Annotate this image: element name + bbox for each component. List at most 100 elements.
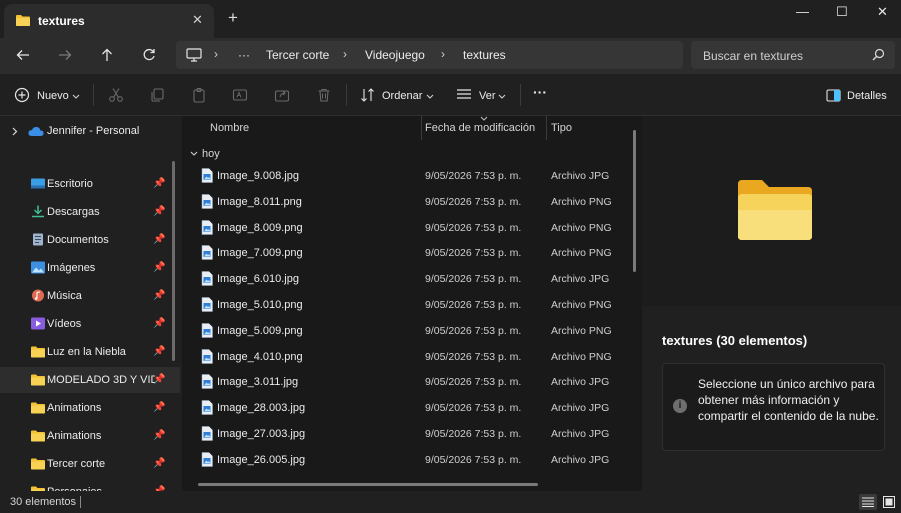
sidebar-item[interactable]: Tercer corte 📌 bbox=[0, 451, 180, 477]
file-date: 9/05/2026 7:53 p. m. bbox=[425, 247, 522, 260]
column-divider[interactable] bbox=[421, 116, 422, 140]
sidebar-item[interactable]: Personajes📌 bbox=[0, 479, 180, 491]
search-box[interactable]: Buscar en textures bbox=[691, 41, 895, 69]
sort-label: Ordenar bbox=[382, 90, 423, 102]
share-icon[interactable] bbox=[274, 87, 290, 103]
file-row[interactable]: Image_8.009.png 9/05/2026 7:53 p. m. Archi… bbox=[184, 215, 624, 241]
file-name: Image_8.009.png bbox=[217, 221, 303, 234]
breadcrumb-more[interactable]: ··· bbox=[238, 48, 250, 62]
details-view-button[interactable] bbox=[859, 494, 877, 510]
delete-icon[interactable] bbox=[316, 87, 332, 103]
details-pane: textures (30 elementos) i Seleccione un … bbox=[642, 116, 901, 491]
file-row[interactable]: Image_6.010.jpg 9/05/2026 7:53 p. m. Archi… bbox=[184, 266, 624, 292]
sidebar-item[interactable]: Luz en la Niebla 📌 bbox=[0, 339, 180, 365]
file-list-vertical-scrollbar[interactable] bbox=[633, 130, 636, 272]
sidebar-item[interactable]: Animations 📌 bbox=[0, 423, 180, 449]
breadcrumb-tercer-corte[interactable]: Tercer corte bbox=[266, 48, 329, 62]
column-header-date[interactable]: Fecha de modificación bbox=[425, 122, 535, 134]
file-name: Image_4.010.png bbox=[217, 350, 303, 363]
file-list: Nombre Fecha de modificación Tipo hoy Im… bbox=[184, 116, 640, 491]
column-header-name[interactable]: Nombre bbox=[210, 122, 249, 134]
sidebar-item[interactable]: Documentos 📌 bbox=[0, 227, 180, 253]
image-file-icon bbox=[201, 271, 213, 286]
tab-textures[interactable]: textures ✕ bbox=[4, 4, 214, 38]
search-icon bbox=[872, 48, 885, 61]
file-row[interactable]: Image_8.011.png 9/05/2026 7:53 p. m. Archi… bbox=[184, 189, 624, 215]
sidebar-item-onedrive[interactable]: Jennifer - Personal bbox=[0, 118, 180, 144]
new-button[interactable]: Nuevo bbox=[8, 80, 84, 110]
tab-close-button[interactable]: ✕ bbox=[192, 12, 203, 28]
toolbar-divider bbox=[520, 84, 521, 106]
sort-chevron-icon bbox=[480, 116, 488, 121]
large-folder-icon bbox=[738, 180, 812, 240]
file-row[interactable]: Image_26.005.jpg 9/05/2026 7:53 p. m. Arch… bbox=[184, 447, 624, 473]
chevron-right-icon bbox=[12, 127, 18, 136]
file-row[interactable]: Image_4.010.png 9/05/2026 7:53 p. m. Archi… bbox=[184, 344, 624, 370]
tiles-view-button[interactable] bbox=[880, 494, 898, 510]
breadcrumb-videojuego[interactable]: Videojuego bbox=[365, 48, 425, 62]
search-input[interactable]: Buscar en textures bbox=[703, 49, 803, 63]
address-bar[interactable]: › ··· Tercer corte › Videojuego › textur… bbox=[176, 41, 683, 69]
sidebar-item[interactable]: Imágenes 📌 bbox=[0, 255, 180, 281]
file-date: 9/05/2026 7:53 p. m. bbox=[425, 170, 522, 182]
refresh-button[interactable] bbox=[137, 44, 161, 66]
more-options-button[interactable]: ··· bbox=[533, 84, 547, 100]
new-tab-button[interactable]: + bbox=[228, 8, 238, 28]
sidebar-item-label: Documentos bbox=[47, 234, 109, 246]
close-window-button[interactable]: ✕ bbox=[877, 4, 888, 20]
column-header-type[interactable]: Tipo bbox=[551, 122, 572, 134]
file-row[interactable]: Image_9.008.jpg 9/05/2026 7:53 p. m. Archi… bbox=[184, 163, 624, 189]
file-row[interactable]: Image_3.011.jpg 9/05/2026 7:53 p. m. Archi… bbox=[184, 369, 624, 395]
document-icon bbox=[33, 233, 43, 246]
file-row[interactable]: Image_5.010.png 9/05/2026 7:53 p. m. Archi… bbox=[184, 292, 624, 318]
column-divider[interactable] bbox=[546, 116, 547, 140]
details-label: Detalles bbox=[847, 90, 887, 102]
image-file-icon bbox=[201, 323, 213, 338]
sort-button[interactable]: Ordenar bbox=[356, 80, 440, 110]
file-date: 9/05/2026 7:53 p. m. bbox=[425, 299, 522, 311]
file-list-horizontal-scrollbar[interactable] bbox=[198, 483, 538, 486]
copy-icon[interactable] bbox=[149, 87, 165, 103]
file-row[interactable]: Image_7.009.png 9/05/2026 7:53 p. m. Archi… bbox=[184, 240, 624, 266]
image-file-icon bbox=[201, 168, 213, 183]
paste-icon[interactable] bbox=[191, 87, 207, 103]
rename-icon[interactable] bbox=[232, 87, 248, 103]
sidebar-item[interactable]: Vídeos 📌 bbox=[0, 311, 180, 337]
pin-icon: 📌 bbox=[153, 290, 166, 301]
breadcrumb-separator: › bbox=[214, 47, 218, 61]
file-row[interactable]: Image_28.003.jpg 9/05/2026 7:53 p. m. Arch… bbox=[184, 395, 624, 421]
breadcrumb-textures[interactable]: textures bbox=[463, 48, 506, 62]
file-row[interactable]: Image_27.003.jpg 9/05/2026 7:53 p. m. Arch… bbox=[184, 421, 624, 447]
maximize-button[interactable]: ☐ bbox=[836, 4, 848, 20]
sidebar-item[interactable]: MODELADO 3D Y VIDEOJUEGOS📌 bbox=[0, 367, 180, 393]
breadcrumb-separator: › bbox=[441, 47, 445, 61]
chevron-down-icon bbox=[426, 94, 434, 99]
file-row[interactable]: Image_5.009.png 9/05/2026 7:53 p. m. Archi… bbox=[184, 318, 624, 344]
arrow-left-icon bbox=[16, 50, 29, 60]
details-button[interactable]: Detalles bbox=[820, 80, 896, 110]
arrow-right-icon bbox=[59, 50, 72, 60]
sidebar-item[interactable]: Animations 📌 bbox=[0, 395, 180, 421]
up-button[interactable] bbox=[95, 44, 119, 66]
sidebar-item[interactable]: Escritorio 📌 bbox=[0, 171, 180, 197]
pin-icon: 📌 bbox=[153, 262, 166, 273]
file-type: Archivo PNG bbox=[551, 299, 612, 311]
file-date: 9/05/2026 7:53 p. m. bbox=[425, 376, 522, 389]
desktop-icon bbox=[31, 178, 45, 189]
view-label: Ver bbox=[479, 90, 496, 102]
cut-icon[interactable] bbox=[108, 87, 124, 103]
file-type: Archivo PNG bbox=[551, 350, 612, 363]
image-file-icon bbox=[201, 194, 213, 209]
image-file-icon bbox=[201, 245, 213, 261]
pin-icon: 📌 bbox=[153, 318, 166, 329]
file-name: Image_27.003.jpg bbox=[217, 428, 306, 440]
view-button[interactable]: Ver bbox=[452, 80, 512, 110]
pin-icon: 📌 bbox=[153, 234, 166, 245]
back-button[interactable] bbox=[11, 44, 35, 66]
file-type: Archivo JPG bbox=[551, 453, 610, 466]
sidebar-item[interactable]: Música 📌 bbox=[0, 283, 180, 309]
sidebar-scrollbar[interactable] bbox=[172, 161, 175, 361]
minimize-button[interactable]: — bbox=[796, 4, 809, 19]
sidebar-item[interactable]: Descargas 📌 bbox=[0, 199, 180, 225]
forward-button[interactable] bbox=[53, 44, 77, 66]
